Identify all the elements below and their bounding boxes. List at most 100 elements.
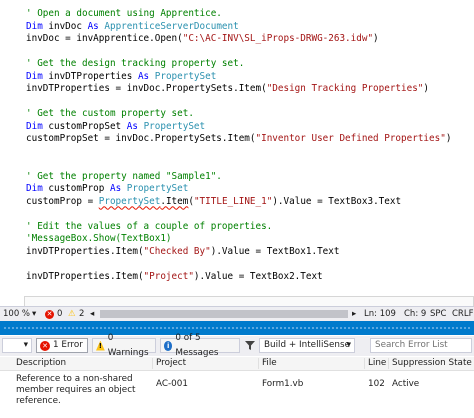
code-token: customPropSet [48, 120, 127, 132]
error-description: Reference to a non-shared member require… [16, 374, 136, 406]
column-header-project[interactable]: Project [156, 357, 186, 370]
code-line[interactable] [26, 158, 466, 171]
code-token: ' Get the property named "Sample1". [26, 170, 222, 182]
error-suppression-state: Active [392, 379, 420, 389]
error-list-search-input[interactable]: Search Error List [370, 338, 472, 353]
column-header-line[interactable]: Line [368, 357, 386, 370]
code-line[interactable]: customPropSet = invDoc.PropertySets.Item… [26, 133, 466, 146]
code-line[interactable]: ' Get the property named "Sample1". [26, 171, 466, 184]
column-header-description[interactable]: Description [16, 357, 66, 370]
code-token: "Inventor User Defined Properties" [255, 133, 446, 144]
filter-icon[interactable] [244, 340, 256, 351]
panel-drag-grip[interactable] [4, 327, 470, 329]
code-token: ).Value = TextBox2.Text [193, 270, 323, 282]
code-line[interactable]: Dim customProp As PropertySet [26, 183, 466, 196]
warning-status-count: 2 [79, 309, 85, 319]
code-token: PropertySet [98, 195, 161, 207]
code-token: "TITLE_LINE_1" [193, 195, 273, 207]
code-line[interactable]: ' Edit the values of a couple of propert… [26, 221, 466, 234]
search-placeholder: Search Error List [375, 340, 448, 350]
code-line[interactable] [26, 96, 466, 109]
warning-status-icon[interactable]: ⚠ [68, 308, 76, 320]
code-token: "C:\AC-INV\SL_iProps-DRWG-263.idw" [182, 33, 374, 44]
code-token: 'MessageBox.Show(TextBox1) [26, 233, 172, 244]
code-line[interactable]: invDTProperties = invDoc.PropertySets.It… [26, 83, 466, 96]
cursor-char: Ch: 9 [404, 309, 427, 319]
code-token: invDoc = invApprentice.Open( [26, 33, 183, 44]
errors-filter-button[interactable]: ✕ 1 Error [36, 338, 88, 353]
warnings-filter-button[interactable]: ! 0 Warnings [92, 333, 156, 358]
zoom-level[interactable]: 100 % [3, 308, 30, 320]
whitespace-mode: SPC [430, 309, 447, 319]
code-line[interactable]: ' Get the custom property set. [26, 108, 466, 121]
code-token: PropertySet [154, 70, 217, 82]
code-token: "Checked By" [143, 245, 211, 257]
code-token: ' Get the custom property set. [26, 108, 194, 119]
code-token: Dim [26, 20, 49, 32]
code-line[interactable]: Dim customPropSet As PropertySet [26, 121, 466, 134]
code-token: As [109, 183, 127, 194]
build-filter-dropdown[interactable]: Build + IntelliSense ▾ [259, 338, 355, 353]
info-icon: i [164, 340, 173, 351]
scroll-left-icon[interactable]: ◂ [90, 308, 94, 320]
zoom-dropdown-icon[interactable]: ▾ [32, 308, 36, 320]
warning-icon: ! [96, 340, 105, 351]
column-header-file[interactable]: File [262, 357, 277, 370]
code-token: invDTProperties.Item( [26, 245, 144, 257]
code-token: invDTProperties [48, 70, 138, 82]
code-line[interactable] [26, 46, 466, 59]
code-token: ' Open a document using Apprentice. [26, 8, 222, 19]
code-line[interactable]: invDoc = invApprentice.Open("C:\AC-INV\S… [26, 33, 466, 46]
code-token: Dim [26, 183, 49, 194]
code-line[interactable]: invDTProperties.Item("Checked By").Value… [26, 246, 466, 259]
code-line[interactable]: 'MessageBox.Show(TextBox1) [26, 233, 466, 246]
error-list-table: Description Project File Line Suppressio… [0, 357, 474, 406]
code-token: .Item [160, 195, 189, 207]
code-line[interactable] [26, 208, 466, 221]
error-list-title-bar[interactable] [0, 321, 474, 335]
code-line[interactable]: ' Open a document using Apprentice. [26, 8, 466, 21]
code-token: Dim [26, 120, 49, 132]
warnings-filter-label: 0 Warnings [107, 332, 149, 358]
code-editor[interactable]: ' Open a document using Apprentice. Dim i… [0, 0, 474, 306]
code-line[interactable] [26, 146, 466, 159]
table-row[interactable]: Reference to a non-shared member require… [0, 371, 474, 406]
code-line[interactable] [24, 295, 474, 306]
code-token: As [126, 120, 144, 132]
code-token: As [137, 70, 155, 82]
code-line[interactable]: invDTProperties.Item("Project").Value = … [26, 271, 466, 284]
code-token: ).Value = TextBox3.Text [272, 195, 402, 207]
code-line[interactable]: Dim invDTProperties As PropertySet [26, 71, 466, 84]
code-line[interactable]: ' Get the design tracking property set. [26, 58, 466, 71]
code-token: ' Edit the values of a couple of propert… [26, 220, 273, 232]
code-token: As [87, 20, 105, 32]
error-line: 102 [368, 379, 385, 389]
error-file: Form1.vb [262, 379, 304, 389]
code-token: PropertySet [143, 120, 206, 132]
code-token: "Design Tracking Properties" [266, 83, 424, 94]
line-ending: CRLF [452, 309, 474, 319]
code-token: PropertySet [126, 183, 189, 194]
errors-filter-label: 1 Error [53, 340, 83, 350]
code-token: customPropSet = invDoc.PropertySets.Item… [26, 133, 256, 144]
code-line[interactable] [26, 258, 466, 271]
code-token: ApprenticeServerDocument [104, 20, 239, 32]
horizontal-scrollbar-thumb[interactable] [100, 310, 348, 318]
code-token: "Project" [143, 270, 194, 282]
code-token: invDTProperties.Item( [26, 270, 144, 282]
code-token: ' Get the design tracking property set. [26, 58, 245, 69]
code-area[interactable]: ' Open a document using Apprentice. Dim i… [24, 8, 474, 306]
code-line[interactable] [26, 283, 466, 296]
editor-status-bar: 100 % ▾ ✕ 0 ⚠ 2 ◂ ▸ Ln: 109 Ch: 9 SPC CR… [0, 306, 474, 321]
error-status-icon[interactable]: ✕ [45, 308, 54, 320]
column-header-suppression-state[interactable]: Suppression State [392, 357, 472, 370]
scroll-right-icon[interactable]: ▸ [352, 308, 356, 320]
messages-filter-button[interactable]: i 0 of 5 Messages [160, 333, 240, 358]
messages-filter-label: 0 of 5 Messages [175, 332, 219, 358]
code-line[interactable]: customProp = PropertySet.Item("TITLE_LIN… [26, 196, 466, 209]
code-line[interactable]: Dim invDoc As ApprenticeServerDocument [26, 21, 466, 34]
error-project: AC-001 [156, 379, 188, 389]
code-token: ) [445, 133, 452, 144]
scope-dropdown[interactable]: ▾ [2, 338, 32, 353]
code-token: ).Value = TextBox1.Text [210, 245, 340, 257]
